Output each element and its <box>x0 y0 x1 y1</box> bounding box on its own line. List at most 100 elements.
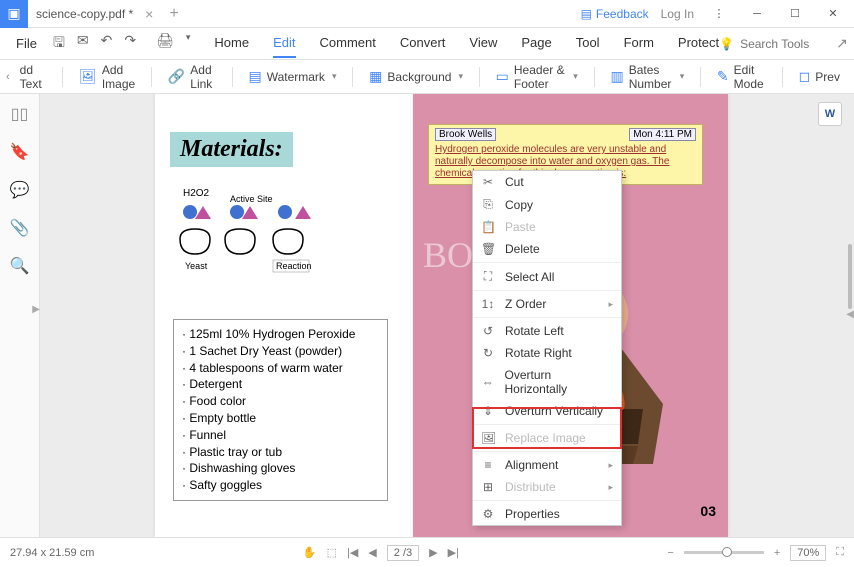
chevron-down-icon: ▾ <box>680 71 685 82</box>
tab-form[interactable]: Form <box>624 29 654 58</box>
thumbnails-icon[interactable]: ▯▯ <box>11 104 29 124</box>
bates-label: Bates Number <box>629 63 673 91</box>
tab-comment[interactable]: Comment <box>320 29 376 58</box>
edit-mode-button[interactable]: ✎Edit Mode <box>709 59 774 95</box>
bates-number-button[interactable]: ▥Bates Number▾ <box>602 59 692 95</box>
ctx-rotate-left[interactable]: ↺Rotate Left <box>473 320 621 342</box>
zoom-thumb[interactable] <box>722 547 732 557</box>
expand-left-icon[interactable]: ▶ <box>32 304 40 315</box>
ctx-alignment[interactable]: ≡Alignment▸ <box>473 454 621 476</box>
page-left: Materials: H2O2 Active Site Yeast Reacti… <box>155 94 413 537</box>
prev-page-icon[interactable]: ◀ <box>368 546 376 559</box>
mail-icon[interactable]: ✉ <box>77 32 89 56</box>
tab-home[interactable]: Home <box>214 29 249 58</box>
yeast-diagram: H2O2 Active Site Yeast Reaction <box>175 184 355 279</box>
paste-icon: 📋 <box>481 220 495 234</box>
annotation-author: Brook Wells <box>435 128 496 141</box>
close-window-icon[interactable]: ✕ <box>820 3 846 25</box>
feedback-label: Feedback <box>596 7 649 21</box>
ctx-overturn-horizontal[interactable]: ⇔Overturn Horizontally <box>473 364 621 400</box>
watermark-button[interactable]: ▤Watermark▾ <box>240 64 344 89</box>
add-image-button[interactable]: 🖼Add Image <box>71 59 143 95</box>
zoom-value[interactable]: 70% <box>790 545 826 561</box>
close-icon[interactable]: × <box>145 6 153 22</box>
list-item: · Dishwashing gloves <box>182 460 379 477</box>
left-sidebar: ▯▯ 🔖 💬 📎 🔍 ▶ <box>0 94 40 537</box>
menu-tabs: Home Edit Comment Convert View Page Tool… <box>214 29 719 58</box>
list-item: · Detergent <box>182 376 379 393</box>
search-panel-icon[interactable]: 🔍 <box>10 256 30 276</box>
attachment-icon[interactable]: 📎 <box>10 218 30 238</box>
share-icon[interactable]: ↗ <box>836 35 848 52</box>
app-icon: ▣ <box>0 0 28 28</box>
properties-icon: ⚙ <box>481 507 495 521</box>
ctx-z-order[interactable]: 1↕Z Order▸ <box>473 293 621 315</box>
zoom-in-icon[interactable]: + <box>774 547 780 559</box>
watermark-label: Watermark <box>267 70 325 84</box>
feedback-button[interactable]: ▤ Feedback <box>581 7 649 21</box>
rotate-right-icon: ↻ <box>481 346 495 360</box>
zoom-slider[interactable] <box>684 551 764 554</box>
prev-button[interactable]: ◻Prev <box>791 64 848 89</box>
print-dropdown-icon[interactable]: ▾ <box>186 32 191 56</box>
background-button[interactable]: ▦Background▾ <box>361 64 471 89</box>
image-icon: 🖼 <box>79 68 97 85</box>
svg-text:Yeast: Yeast <box>185 261 208 271</box>
chat-icon: ▤ <box>581 7 592 21</box>
next-page-icon[interactable]: ▶ <box>429 546 437 559</box>
list-item: · Food color <box>182 393 379 410</box>
tab-tool[interactable]: Tool <box>576 29 600 58</box>
list-item: · Plastic tray or tub <box>182 444 379 461</box>
document-canvas[interactable]: Materials: H2O2 Active Site Yeast Reacti… <box>40 94 854 537</box>
flip-h-icon: ⇔ <box>481 375 494 389</box>
ctx-overturn-vertical[interactable]: ⇕Overturn Vertically <box>473 400 621 422</box>
tab-page[interactable]: Page <box>521 29 551 58</box>
chevron-right-icon: ▸ <box>608 460 613 471</box>
print-icon[interactable]: 🖨 <box>156 32 174 56</box>
ctx-delete[interactable]: 🗑Delete <box>473 238 621 260</box>
header-footer-button[interactable]: ▭Header & Footer▾ <box>488 59 586 95</box>
save-icon[interactable]: 🖫 <box>53 32 65 56</box>
login-button[interactable]: Log In <box>661 7 694 21</box>
replace-image-icon: 🖼 <box>481 431 495 445</box>
select-tool-icon[interactable]: ⬚ <box>327 546 337 559</box>
fit-page-icon[interactable]: ⛶ <box>836 546 844 559</box>
scrollbar-thumb[interactable] <box>848 244 852 309</box>
active-site-label: Active Site <box>230 194 273 204</box>
ctx-cut[interactable]: ✂Cut <box>473 171 621 193</box>
expand-right-icon[interactable]: ◀ <box>846 309 854 320</box>
page-indicator[interactable]: 2 /3 <box>387 545 419 561</box>
minimize-icon[interactable]: ─ <box>744 3 770 25</box>
first-page-icon[interactable]: |◀ <box>347 546 358 559</box>
ctx-select-all[interactable]: ⛶Select All <box>473 265 621 288</box>
comment-panel-icon[interactable]: 💬 <box>10 180 30 200</box>
add-text-button[interactable]: dd Text <box>12 59 55 95</box>
maximize-icon[interactable]: ☐ <box>782 3 808 25</box>
more-icon[interactable]: ⋮ <box>706 3 732 25</box>
ctx-rotate-right[interactable]: ↻Rotate Right <box>473 342 621 364</box>
ctx-properties[interactable]: ⚙Properties <box>473 503 621 525</box>
add-tab-icon[interactable]: + <box>169 5 178 23</box>
bookmark-icon[interactable]: 🔖 <box>10 142 30 162</box>
tab-protect[interactable]: Protect <box>678 29 719 58</box>
ctx-copy[interactable]: ⎘Copy <box>473 193 621 216</box>
undo-icon[interactable]: ↶ <box>101 32 113 56</box>
redo-icon[interactable]: ↷ <box>124 32 136 56</box>
titlebar: ▣ science-copy.pdf * × + ▤ Feedback Log … <box>0 0 854 28</box>
distribute-icon: ⊞ <box>481 480 495 494</box>
hand-tool-icon[interactable]: ✋ <box>303 546 317 559</box>
tab-convert[interactable]: Convert <box>400 29 446 58</box>
word-export-icon[interactable]: W <box>818 102 842 126</box>
file-menu[interactable]: File <box>8 36 45 51</box>
tab-view[interactable]: View <box>469 29 497 58</box>
tab-edit[interactable]: Edit <box>273 29 295 58</box>
list-item: · Safty goggles <box>182 477 379 494</box>
last-page-icon[interactable]: ▶| <box>448 546 459 559</box>
search-tools[interactable]: 💡 <box>719 37 820 51</box>
context-menu: ✂Cut ⎘Copy 📋Paste 🗑Delete ⛶Select All 1↕… <box>472 170 622 526</box>
header-footer-label: Header & Footer <box>514 63 566 91</box>
add-link-button[interactable]: 🔗Add Link <box>160 59 224 95</box>
document-tab[interactable]: science-copy.pdf * × <box>28 0 161 28</box>
search-input[interactable] <box>740 37 820 51</box>
zoom-out-icon[interactable]: − <box>667 547 673 559</box>
